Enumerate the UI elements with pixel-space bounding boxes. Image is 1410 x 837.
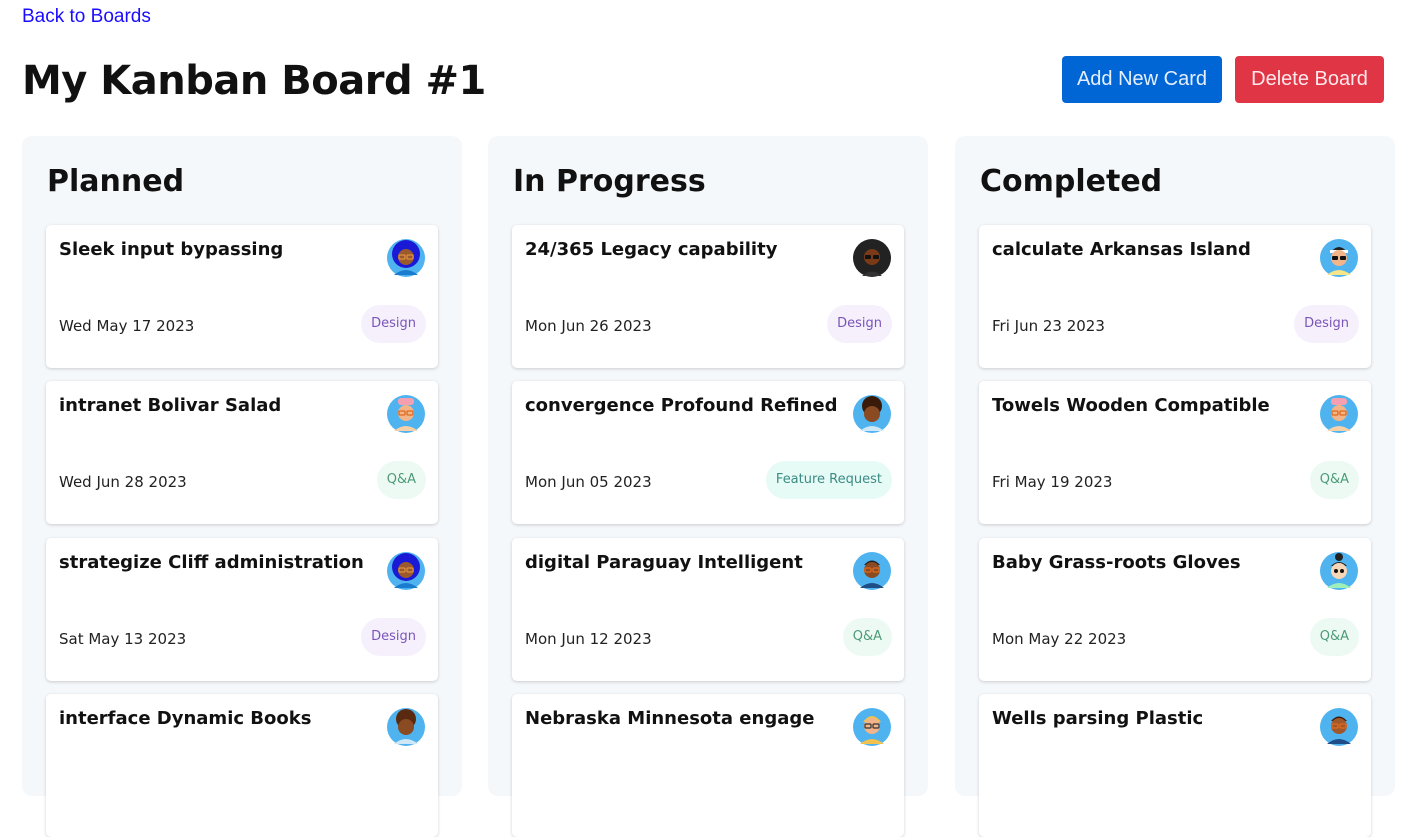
avatar-short-hair-icon — [853, 552, 891, 590]
kanban-card[interactable]: intranet Bolivar Salad Wed Jun 28 2023 Q… — [46, 381, 438, 524]
kanban-card[interactable]: strategize Cliff administration Sat May … — [46, 538, 438, 681]
card-date: Mon May 22 2023 — [992, 630, 1127, 648]
card-date: Wed Jun 28 2023 — [59, 473, 187, 491]
tag-badge: Design — [361, 618, 426, 656]
tag-badge: Q&A — [1309, 618, 1359, 656]
avatar-curly-hair-icon — [387, 708, 425, 746]
tag-badge: Design — [361, 305, 426, 343]
column-in-progress: In Progress 24/365 Legacy capability Mon… — [488, 136, 928, 837]
column-title: Planned — [47, 164, 185, 199]
avatar-pink-hair-icon — [1320, 395, 1358, 433]
kanban-card[interactable]: Baby Grass-roots Gloves Mon May 22 2023 … — [979, 538, 1371, 681]
kanban-card[interactable]: 24/365 Legacy capability Mon Jun 26 2023… — [512, 225, 904, 368]
card-title: intranet Bolivar Salad — [59, 395, 282, 416]
tag-badge: Design — [1294, 305, 1359, 343]
kanban-card[interactable]: interface Dynamic Books — [46, 694, 438, 837]
kanban-card[interactable]: Wells parsing Plastic — [979, 694, 1371, 837]
card-title: strategize Cliff administration — [59, 552, 364, 573]
kanban-card[interactable]: Nebraska Minnesota engage — [512, 694, 904, 837]
tag-badge: Q&A — [1309, 461, 1359, 499]
column-title: Completed — [980, 164, 1163, 199]
delete-board-button[interactable]: Delete Board — [1235, 56, 1384, 103]
card-date: Fri Jun 23 2023 — [992, 317, 1105, 335]
column-completed: Completed calculate Arkansas Island Fri … — [955, 136, 1395, 837]
avatar-blond-hair-icon — [853, 708, 891, 746]
avatar-curly-hair-icon — [853, 395, 891, 433]
card-date: Wed May 17 2023 — [59, 317, 195, 335]
card-title: convergence Profound Refined — [525, 395, 838, 416]
card-date: Fri May 19 2023 — [992, 473, 1113, 491]
card-title: Towels Wooden Compatible — [992, 395, 1270, 416]
avatar-dark-blue-hair-icon — [387, 552, 425, 590]
kanban-card[interactable]: Towels Wooden Compatible Fri May 19 2023… — [979, 381, 1371, 524]
avatar-headband-icon — [1320, 239, 1358, 277]
card-title: Sleek input bypassing — [59, 239, 284, 260]
tag-badge: Design — [827, 305, 892, 343]
card-title: Baby Grass-roots Gloves — [992, 552, 1241, 573]
card-title: Nebraska Minnesota engage — [525, 708, 815, 729]
card-title: Wells parsing Plastic — [992, 708, 1204, 729]
tag-badge: Q&A — [376, 461, 426, 499]
kanban-card[interactable]: convergence Profound Refined Mon Jun 05 … — [512, 381, 904, 524]
add-new-card-button[interactable]: Add New Card — [1062, 56, 1222, 103]
card-title: interface Dynamic Books — [59, 708, 312, 729]
avatar-dark-blue-hair-icon — [387, 239, 425, 277]
card-title: 24/365 Legacy capability — [525, 239, 778, 260]
column-planned: Planned Sleek input bypassing Wed May 17… — [22, 136, 462, 837]
kanban-card[interactable]: digital Paraguay Intelligent Mon Jun 12 … — [512, 538, 904, 681]
card-title: calculate Arkansas Island — [992, 239, 1251, 260]
avatar-pink-hair-icon — [387, 395, 425, 433]
kanban-card[interactable]: calculate Arkansas Island Fri Jun 23 202… — [979, 225, 1371, 368]
back-to-boards-link[interactable]: Back to Boards — [22, 6, 151, 28]
card-date: Mon Jun 12 2023 — [525, 630, 652, 648]
tag-badge: Feature Request — [765, 461, 892, 499]
page-title: My Kanban Board #1 — [22, 58, 486, 104]
kanban-card[interactable]: Sleek input bypassing Wed May 17 2023 De… — [46, 225, 438, 368]
tag-badge: Q&A — [842, 618, 892, 656]
card-date: Mon Jun 26 2023 — [525, 317, 652, 335]
card-date: Sat May 13 2023 — [59, 630, 187, 648]
avatar-bun-hair-icon — [1320, 552, 1358, 590]
column-title: In Progress — [513, 164, 706, 199]
card-date: Mon Jun 05 2023 — [525, 473, 652, 491]
card-title: digital Paraguay Intelligent — [525, 552, 803, 573]
avatar-long-hair-icon — [853, 239, 891, 277]
avatar-short-hair-icon — [1320, 708, 1358, 746]
